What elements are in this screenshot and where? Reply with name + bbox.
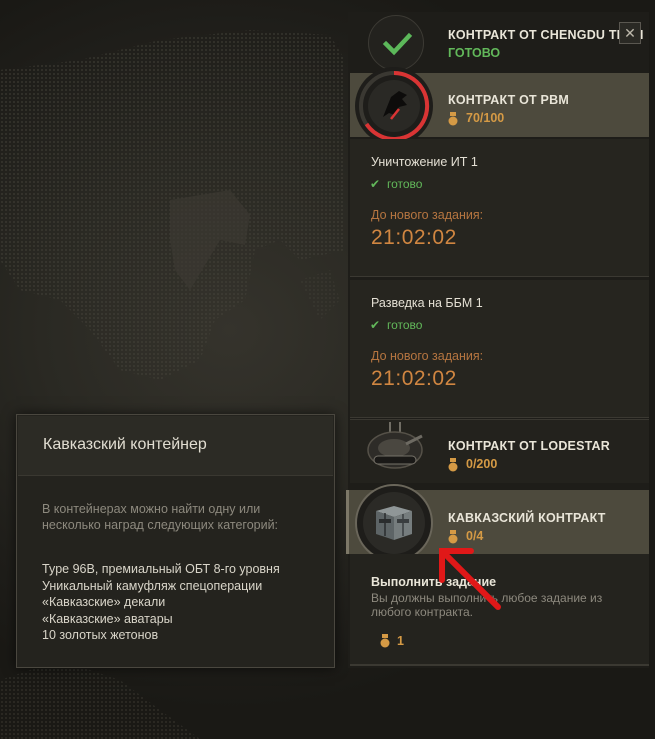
task-status: готово [387, 177, 423, 191]
check-icon: ✔ [370, 318, 381, 332]
contract-title-caucasus: КАВКАЗСКИЙ КОНТРАКТ [448, 511, 606, 525]
reward-item: Type 96B, премиальный ОБТ 8-го уровня [42, 562, 280, 576]
reward-item: 10 золотых жетонов [42, 628, 159, 643]
pbm-dragon-logo [355, 67, 433, 145]
task-item[interactable]: Уничтожение ИТ 1 ✔ готово До нового зада… [350, 139, 649, 277]
tooltip-header: Кавказский контейнер [18, 416, 333, 476]
reward-item: «Кавказские» декали [42, 595, 166, 610]
contract-progress-lodestar: 0/200 [466, 457, 498, 471]
task-timer-label: До нового задания: [371, 349, 484, 363]
contract-title-pbm: КОНТРАКТ ОТ PBM [448, 93, 569, 107]
contract-progress-pbm: 70/100 [466, 111, 505, 125]
tooltip-title: Кавказский контейнер [43, 436, 207, 453]
container-tooltip: Кавказский контейнер В контейнерах можно… [16, 414, 335, 668]
task-item[interactable]: Разведка на ББМ 1 ✔ готово До нового зад… [350, 280, 649, 418]
token-icon [380, 634, 390, 648]
task-name: Разведка на ББМ 1 [371, 296, 483, 310]
token-icon [448, 112, 458, 126]
close-button[interactable]: ✕ [619, 22, 641, 44]
contract-title-lodestar: КОНТРАКТ ОТ LODESTAR [448, 439, 610, 453]
task-timer: 21:02:02 [371, 367, 457, 390]
task-status: готово [387, 318, 423, 332]
annotation-arrow-icon [439, 548, 501, 610]
reward-item: Уникальный камуфляж спецоперации [42, 578, 263, 593]
tank-icon [364, 420, 426, 482]
tooltip-reward-list: Type 96B, премиальный ОБТ 8-го уровня Ун… [42, 561, 280, 644]
task-name: Уничтожение ИТ 1 [371, 155, 478, 169]
contract-status-chengdu: ГОТОВО [448, 46, 501, 60]
reward-item: «Кавказские» аватары [42, 611, 173, 626]
task-timer-label: До нового задания: [371, 208, 484, 222]
checkmark-icon [368, 15, 424, 71]
task-timer: 21:02:02 [371, 226, 457, 249]
check-icon: ✔ [370, 177, 381, 191]
tooltip-description: В контейнерах можно найти одну или неско… [42, 502, 279, 532]
contract-title-chengdu[interactable]: КОНТРАКТ ОТ CHENGDU TECH [448, 28, 644, 42]
caucasus-task-reward: 1 [397, 634, 404, 648]
token-icon [448, 458, 458, 472]
crate-icon [355, 484, 433, 562]
